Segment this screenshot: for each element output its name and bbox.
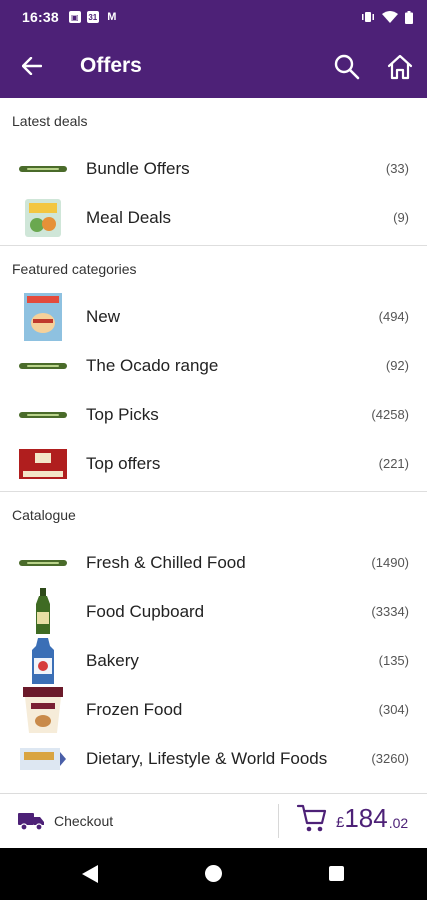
bottom-bar-divider [278, 804, 279, 838]
list-item-label: Frozen Food [86, 699, 183, 719]
vibrate-icon [362, 12, 374, 22]
basket-total-pounds: 184 [344, 802, 388, 833]
list-item-label: New [86, 306, 121, 326]
status-left-icons: ▣ 31 M [68, 11, 125, 23]
list-item-count: (221) [378, 456, 409, 471]
snack-pack-thumb [18, 739, 68, 779]
nav-home-icon[interactable] [205, 865, 222, 882]
status-right-icons [354, 10, 413, 24]
checkout-button[interactable]: Checkout [18, 811, 113, 831]
section-header-featured-categories: Featured categories [12, 261, 137, 277]
delivery-truck-icon [18, 813, 44, 831]
list-item-label: Fresh & Chilled Food [86, 552, 246, 572]
basket-total-button[interactable]: £ 184 .02 [296, 802, 408, 834]
list-item-top-offers[interactable]: Top offers (221) [0, 439, 427, 488]
list-item-count: (4258) [371, 407, 409, 422]
battery-icon [405, 10, 413, 24]
system-nav-bar [0, 848, 427, 900]
list-item-top-picks[interactable]: Top Picks (4258) [0, 390, 427, 439]
list-item-new[interactable]: New (494) [0, 292, 427, 341]
red-biscuit-box-thumb [18, 444, 68, 484]
list-item-label: The Ocado range [86, 355, 219, 375]
page-title: Offers [80, 54, 142, 77]
list-item-label: Bakery [86, 650, 139, 670]
list-item-label: Bundle Offers [86, 158, 190, 178]
wifi-icon [382, 11, 398, 23]
list-item-label: Food Cupboard [86, 601, 205, 621]
ocado-logo-thumb [18, 395, 68, 435]
checkout-bar: Checkout £ 184 .02 [0, 793, 427, 848]
arrow-left-icon [22, 57, 42, 75]
list-item-the-ocado-range[interactable]: The Ocado range (92) [0, 341, 427, 390]
list-item-count: (3334) [371, 604, 409, 619]
nav-back-icon[interactable] [82, 865, 98, 883]
currency-symbol: £ [336, 813, 345, 831]
nav-recents-icon[interactable] [329, 866, 344, 881]
list-item-count: (304) [378, 702, 409, 717]
list-item-bundle-offers[interactable]: Bundle Offers (33) [0, 144, 427, 193]
salad-pack-thumb [18, 198, 68, 238]
list-item-fresh-chilled-food[interactable]: Fresh & Chilled Food (1490) [0, 538, 427, 587]
list-item-dietary-lifestyle-world-foods[interactable]: Dietary, Lifestyle & World Foods (3260) [0, 734, 427, 783]
list-item-frozen-food[interactable]: Frozen Food (304) [0, 685, 427, 734]
calendar-icon: 31 [86, 11, 99, 23]
ocado-logo-thumb [18, 543, 68, 583]
ocado-logo-thumb [18, 149, 68, 189]
list-item-bakery[interactable]: Bakery (135) [0, 636, 427, 685]
search-icon [334, 54, 360, 80]
list-item-label: Top offers [86, 453, 161, 473]
home-icon [387, 54, 413, 80]
back-button[interactable] [20, 54, 44, 78]
ocado-logo-thumb [18, 346, 68, 386]
list-item-label: Dietary, Lifestyle & World Foods [86, 748, 328, 768]
magazine-cover-thumb [18, 292, 68, 341]
oil-bottle-thumb [18, 587, 68, 634]
list-item-label: Top Picks [86, 404, 159, 424]
status-time: 16:38 [22, 9, 59, 25]
list-item-count: (33) [385, 161, 409, 176]
ice-cream-tub-thumb [18, 686, 68, 733]
section-header-catalogue: Catalogue [12, 507, 76, 523]
list-item-meal-deals[interactable]: Meal Deals (9) [0, 193, 427, 242]
list-item-count: (135) [378, 653, 409, 668]
list-item-food-cupboard[interactable]: Food Cupboard (3334) [0, 587, 427, 636]
list-item-count: (1490) [371, 555, 409, 570]
list-item-count: (92) [385, 358, 409, 373]
app-bar: Offers [0, 34, 427, 98]
shopping-cart-icon [296, 804, 327, 832]
list-item-label: Meal Deals [86, 207, 172, 227]
section-header-latest-deals: Latest deals [12, 113, 88, 129]
offers-list: Latest deals Bundle Offers (33) Meal Dea… [0, 98, 427, 793]
home-button[interactable] [386, 53, 414, 81]
search-button[interactable] [334, 54, 360, 80]
checkout-label: Checkout [54, 813, 114, 829]
status-bar: 16:38 ▣ 31 M [0, 0, 427, 34]
bread-bag-thumb [18, 637, 68, 684]
list-item-count: (494) [378, 309, 409, 324]
list-item-count: (9) [393, 210, 409, 225]
image-icon: ▣ [68, 11, 81, 23]
basket-total-pence: .02 [388, 815, 409, 831]
list-item-count: (3260) [371, 751, 409, 766]
m-notification-icon: M [107, 11, 117, 23]
